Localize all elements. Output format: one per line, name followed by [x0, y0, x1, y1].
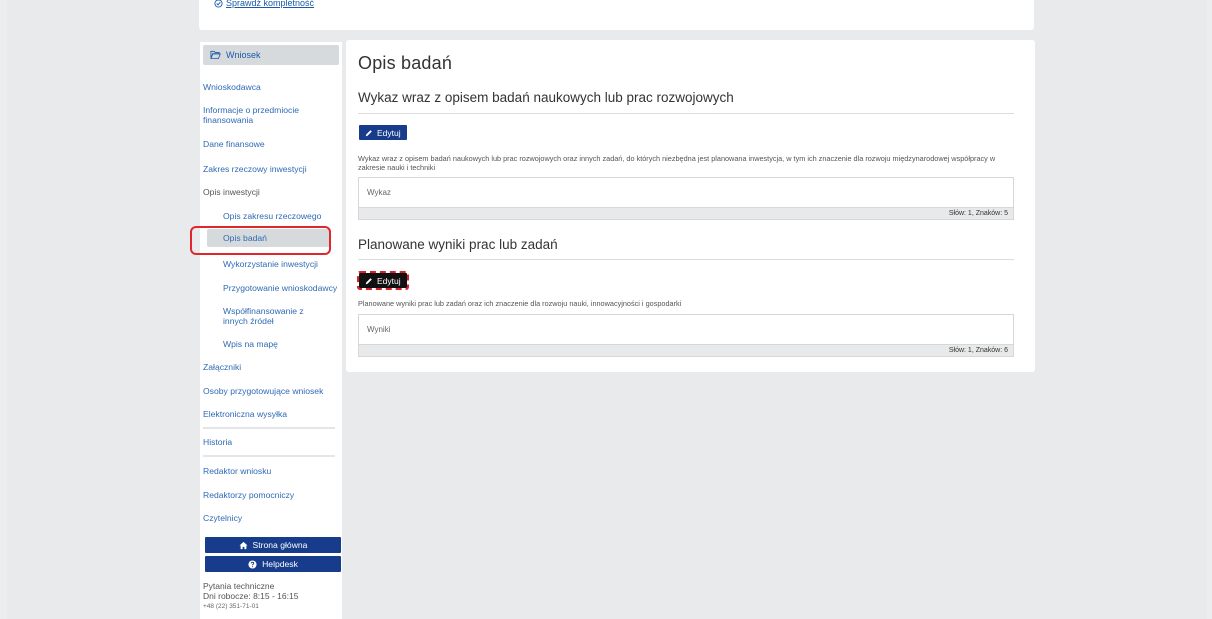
contact-line1: Pytania techniczne [203, 581, 275, 591]
sidebar: Wniosek Wnioskodawca Informacje o przedm… [190, 42, 342, 619]
sidebar-item-redaktorzy-pomocniczy[interactable]: Redaktorzy pomocniczy [200, 490, 294, 500]
sidebar-item-zalaczniki[interactable]: Załączniki [200, 362, 241, 372]
sidebar-item-wnioskodawca[interactable]: Wnioskodawca [200, 82, 261, 92]
section2-edit-button[interactable]: Edytuj [357, 271, 409, 290]
contact-phone: +48 (22) 351-71-01 [203, 603, 259, 610]
section1-edit-label: Edytuj [377, 127, 401, 138]
sidebar-item-wpis-na-mape[interactable]: Wpis na mapę [200, 339, 278, 349]
home-button[interactable]: Strona główna [205, 537, 341, 553]
check-completeness-link[interactable]: Sprawdź kompletność [214, 0, 314, 8]
sidebar-item-opis-inwestycji[interactable]: Opis inwestycji [200, 187, 260, 197]
home-icon [238, 541, 248, 549]
folder-open-icon [210, 50, 221, 59]
sidebar-item-opis-zakresu[interactable]: Opis zakresu rzeczowego [200, 211, 321, 221]
section1-text-box[interactable]: Wykaz Słów: 1, Znaków: 5 [358, 177, 1014, 220]
sidebar-item-informacje[interactable]: Informacje o przedmiocie finansowania [200, 105, 318, 125]
page: Sprawdź kompletność Wniosek Wnioskodawca… [7, 0, 1207, 619]
section1-title: Wykaz wraz z opisem badań naukowych lub … [358, 90, 734, 105]
sidebar-item-redaktor[interactable]: Redaktor wniosku [200, 466, 271, 476]
section2-title: Planowane wyniki prac lub zadań [358, 237, 558, 252]
sidebar-item-wysylka[interactable]: Elektroniczna wysyłka [200, 409, 287, 419]
pencil-icon [365, 129, 372, 136]
contact-info: Pytania techniczne Dni robocze: 8:15 - 1… [203, 581, 298, 612]
sidebar-item-czytelnicy[interactable]: Czytelnicy [200, 513, 242, 523]
check-completeness-label: Sprawdź kompletność [226, 0, 315, 8]
section1-edit-button[interactable]: Edytuj [359, 125, 407, 140]
home-button-label: Strona główna [252, 540, 308, 550]
top-card: Sprawdź kompletność [199, 0, 1034, 30]
section1-divider [358, 113, 1014, 114]
section2-value: Wyniki [367, 325, 391, 334]
question-circle-icon [248, 559, 257, 569]
sidebar-item-opis-badan[interactable]: Opis badań [207, 229, 331, 247]
check-circle-icon [214, 0, 223, 8]
sidebar-header-label: Wniosek [226, 50, 261, 60]
section2-description: Planowane wyniki prac lub zadań oraz ich… [358, 299, 682, 308]
helpdesk-button[interactable]: Helpdesk [205, 556, 341, 572]
sidebar-item-dane-finansowe[interactable]: Dane finansowe [200, 139, 265, 149]
section1-value: Wykaz [367, 188, 391, 197]
sidebar-header[interactable]: Wniosek [203, 45, 339, 65]
sidebar-item-przygotowanie[interactable]: Przygotowanie wnioskodawcy [200, 283, 337, 293]
sidebar-item-wykorzystanie[interactable]: Wykorzystanie inwestycji [200, 259, 318, 269]
pencil-icon [365, 277, 372, 284]
main-panel: Opis badań Wykaz wraz z opisem badań nau… [346, 40, 1035, 372]
sidebar-divider [203, 427, 335, 429]
helpdesk-button-label: Helpdesk [262, 559, 298, 569]
section2-counter: Słów: 1, Znaków: 6 [359, 344, 1013, 356]
section1-description: Wykaz wraz z opisem badań naukowych lub … [358, 154, 996, 172]
section1-counter: Słów: 1, Znaków: 5 [359, 207, 1013, 219]
section2-divider [358, 259, 1014, 260]
sidebar-item-wspolfinansowanie[interactable]: Współfinansowanie z innych źródeł [200, 306, 328, 326]
sidebar-divider [203, 455, 335, 457]
contact-line2: Dni robocze: 8:15 - 16:15 [203, 591, 299, 601]
section2-edit-label: Edytuj [377, 275, 401, 286]
sidebar-item-zakres-rzeczowy[interactable]: Zakres rzeczowy inwestycji [200, 164, 307, 174]
sidebar-item-osoby[interactable]: Osoby przygotowujące wniosek [200, 386, 323, 396]
sidebar-item-historia[interactable]: Historia [200, 437, 232, 447]
section2-text-box[interactable]: Wyniki Słów: 1, Znaków: 6 [358, 314, 1014, 357]
page-title: Opis badań [358, 53, 453, 73]
